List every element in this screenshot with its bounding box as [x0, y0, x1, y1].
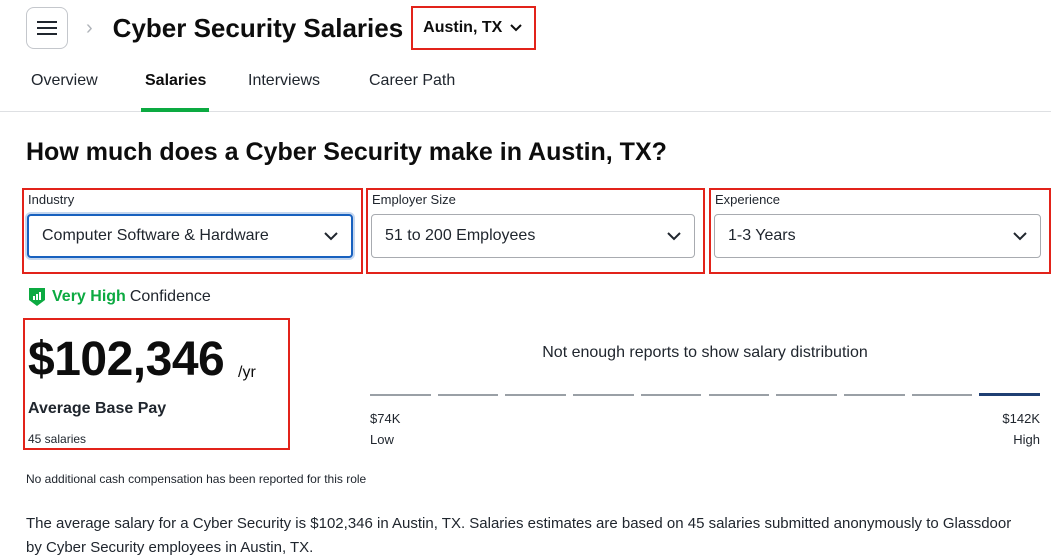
- employer-size-filter-label: Employer Size: [372, 192, 456, 207]
- range-min-value: $74K: [370, 411, 401, 426]
- salary-headline: How much does a Cyber Security make in A…: [26, 138, 667, 166]
- tab-career-path[interactable]: Career Path: [369, 72, 455, 90]
- industry-select-value: Computer Software & Hardware: [42, 227, 269, 244]
- location-dropdown[interactable]: Austin, TX: [411, 6, 537, 50]
- hamburger-icon: [37, 21, 57, 35]
- salary-range-bar: [370, 393, 1040, 397]
- tab-salaries[interactable]: Salaries: [145, 72, 206, 90]
- average-pay-amount: $102,346: [28, 333, 225, 386]
- confidence-label: Confidence: [129, 288, 211, 305]
- page-title: Cyber Security Salaries: [112, 12, 404, 43]
- confidence-level: Very High: [52, 288, 126, 305]
- active-tab-indicator: [141, 108, 209, 112]
- range-segment: [843, 394, 905, 396]
- experience-select[interactable]: 1-3 Years: [714, 214, 1041, 258]
- chevron-down-icon: [510, 24, 522, 32]
- range-segment: [573, 394, 634, 396]
- industry-filter: Industry Computer Software & Hardware: [22, 188, 363, 274]
- breadcrumb-chevron-icon: ›: [86, 17, 93, 39]
- employer-size-select[interactable]: 51 to 200 Employees: [371, 214, 695, 258]
- experience-filter-label: Experience: [715, 192, 781, 207]
- range-segment: [370, 394, 431, 396]
- salary-summary: The average salary for a Cyber Security …: [26, 515, 1012, 556]
- employer-size-filter: Employer Size 51 to 200 Employees: [366, 188, 705, 274]
- menu-button[interactable]: [26, 7, 68, 49]
- industry-filter-label: Industry: [28, 192, 75, 207]
- range-segment: [708, 394, 770, 396]
- range-segment: [640, 394, 702, 396]
- tab-bar: Overview Salaries Interviews Career Path: [0, 62, 1051, 112]
- range-segment: [911, 394, 973, 396]
- range-segment: [437, 394, 499, 396]
- range-max-label: High: [1013, 432, 1040, 447]
- chevron-down-icon: [1013, 231, 1027, 240]
- no-cash-note: No additional cash compensation has been…: [26, 472, 367, 486]
- range-segment: [776, 394, 837, 396]
- industry-select[interactable]: Computer Software & Hardware: [27, 214, 353, 258]
- page-header: › Cyber Security Salaries Austin, TX: [26, 0, 1026, 56]
- distribution-message: Not enough reports to show salary distri…: [542, 344, 868, 361]
- range-segment: [979, 393, 1040, 396]
- pay-unit: /yr: [238, 364, 256, 381]
- chevron-down-icon: [324, 231, 338, 240]
- confidence-indicator: Very High Confidence: [28, 287, 211, 307]
- employer-size-select-value: 51 to 200 Employees: [385, 227, 536, 244]
- salary-count: 45 salaries: [28, 432, 87, 446]
- range-min-label: Low: [370, 432, 394, 447]
- tab-interviews[interactable]: Interviews: [248, 72, 320, 90]
- confidence-shield-icon: [29, 288, 45, 306]
- chevron-down-icon: [667, 231, 681, 240]
- range-segment: [505, 394, 567, 396]
- tab-overview[interactable]: Overview: [31, 72, 98, 90]
- average-pay-panel: $102,346 /yr Average Base Pay 45 salarie…: [23, 318, 290, 450]
- location-label: Austin, TX: [423, 19, 503, 36]
- experience-select-value: 1-3 Years: [728, 227, 796, 244]
- range-max-value: $142K: [1002, 411, 1040, 426]
- average-pay-label: Average Base Pay: [28, 400, 167, 417]
- experience-filter: Experience 1-3 Years: [709, 188, 1051, 274]
